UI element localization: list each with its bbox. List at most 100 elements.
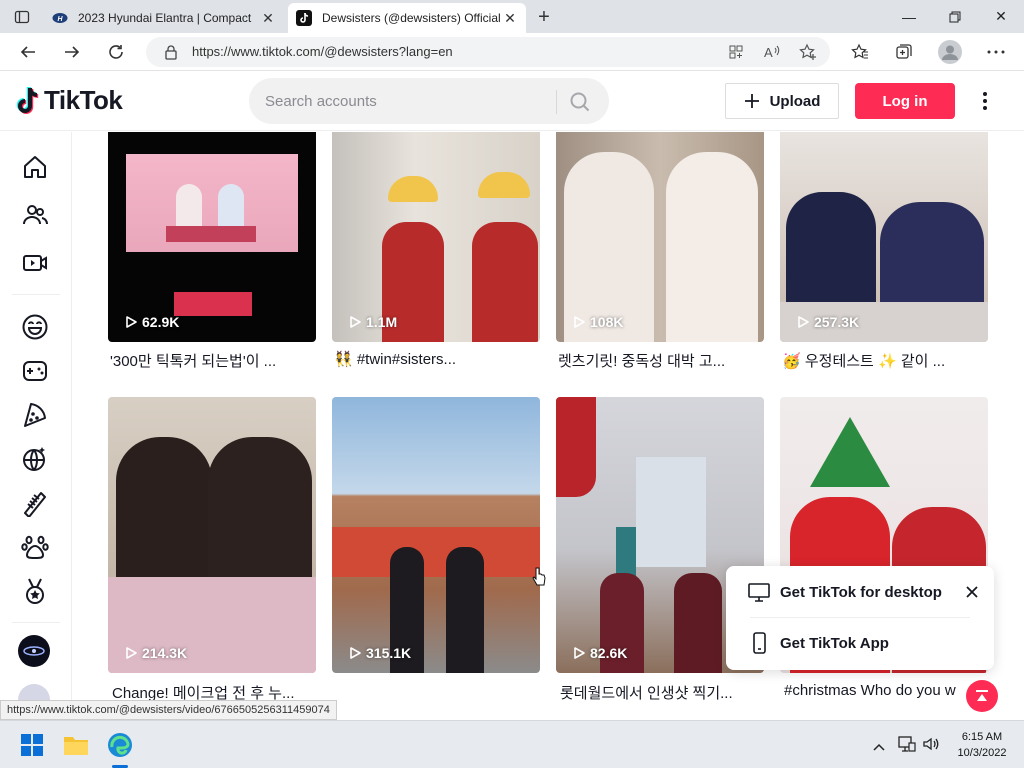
video-caption[interactable]: 렛츠기릿! 중독성 대박 고... bbox=[558, 350, 766, 371]
suggested-account-avatar[interactable] bbox=[18, 635, 50, 667]
tab-title: 2023 Hyundai Elantra | Compact bbox=[78, 11, 252, 25]
browser-toolbar: https://www.tiktok.com/@dewsisters?lang=… bbox=[0, 33, 1024, 71]
play-icon bbox=[574, 316, 585, 328]
favorites-icon[interactable] bbox=[850, 42, 870, 62]
logo-text: TikTok bbox=[44, 85, 123, 115]
close-window-button[interactable]: ✕ bbox=[978, 0, 1024, 33]
forward-button[interactable] bbox=[58, 38, 86, 66]
file-explorer-icon[interactable] bbox=[60, 729, 92, 761]
system-clock[interactable]: 6:15 AM 10/3/2022 bbox=[944, 729, 1020, 761]
food-icon[interactable] bbox=[18, 398, 52, 432]
close-tab-icon[interactable]: ✕ bbox=[260, 10, 276, 27]
tab-strip: H 2023 Hyundai Elantra | Compact ✕ Dewsi… bbox=[0, 0, 1024, 33]
get-app-label: Get TikTok App bbox=[780, 634, 889, 652]
play-icon bbox=[574, 647, 585, 659]
paw-icon[interactable] bbox=[18, 530, 52, 564]
back-to-top-button[interactable] bbox=[966, 680, 998, 712]
video-thumbnail bbox=[332, 397, 540, 673]
video-card[interactable]: 257.3K bbox=[780, 132, 988, 342]
sidebar-divider bbox=[12, 294, 60, 295]
phone-icon bbox=[753, 632, 766, 654]
chevron-up-icon[interactable] bbox=[872, 739, 886, 757]
app-available-icon[interactable] bbox=[726, 42, 746, 62]
login-button[interactable]: Log in bbox=[855, 83, 955, 119]
hyundai-icon: H bbox=[52, 10, 68, 26]
video-card[interactable]: 214.3K bbox=[108, 397, 316, 673]
tiktok-logo[interactable]: TikTok bbox=[16, 85, 123, 116]
following-icon[interactable] bbox=[18, 198, 52, 232]
view-count-text: 257.3K bbox=[814, 314, 860, 330]
play-icon bbox=[126, 647, 137, 659]
view-count-text: 82.6K bbox=[590, 645, 628, 661]
home-icon[interactable] bbox=[18, 150, 52, 184]
play-icon bbox=[350, 316, 361, 328]
video-card[interactable]: 315.1K bbox=[332, 397, 540, 673]
close-tab-icon[interactable]: ✕ bbox=[502, 10, 518, 27]
view-count: 214.3K bbox=[124, 645, 187, 661]
view-count: 82.6K bbox=[572, 645, 627, 661]
upload-label: Upload bbox=[769, 92, 821, 110]
video-caption[interactable]: 🥳 우정테스트 ✨ 같이 ... bbox=[782, 350, 990, 371]
edge-browser-icon[interactable] bbox=[104, 729, 136, 761]
mouse-cursor bbox=[531, 566, 547, 593]
video-thumbnail bbox=[332, 132, 540, 342]
live-icon[interactable] bbox=[18, 246, 52, 280]
play-icon bbox=[350, 647, 361, 659]
search-divider bbox=[556, 90, 557, 114]
tiktok-icon bbox=[296, 10, 312, 26]
clock-time: 6:15 AM bbox=[961, 731, 1003, 743]
settings-more-icon[interactable] bbox=[986, 42, 1006, 62]
url-text: https://www.tiktok.com/@dewsisters?lang=… bbox=[192, 44, 453, 59]
maximize-button[interactable] bbox=[932, 0, 978, 33]
video-thumbnail bbox=[780, 132, 988, 342]
video-card[interactable]: 108K bbox=[556, 132, 764, 342]
play-icon bbox=[126, 316, 137, 328]
address-bar[interactable]: https://www.tiktok.com/@dewsisters?lang=… bbox=[146, 37, 830, 67]
taskbar: 6:15 AM 10/3/2022 bbox=[0, 720, 1024, 768]
gamepad-icon[interactable] bbox=[18, 354, 52, 388]
video-caption[interactable]: 롯데월드에서 인생샷 찍기... bbox=[560, 682, 768, 703]
get-app-link[interactable]: Get TikTok App bbox=[748, 632, 889, 654]
view-count-text: 1.1M bbox=[366, 314, 398, 330]
globe-icon[interactable] bbox=[18, 442, 52, 476]
get-app-popup: Get TikTok for desktop Get TikTok App bbox=[726, 566, 994, 670]
play-icon bbox=[798, 316, 809, 328]
sidebar bbox=[0, 132, 72, 718]
video-caption[interactable]: 👯 #twin#sisters... bbox=[334, 350, 542, 368]
tiktok-logo-icon bbox=[16, 86, 39, 114]
close-icon[interactable] bbox=[964, 584, 980, 600]
lock-icon[interactable] bbox=[164, 44, 178, 65]
volume-icon[interactable] bbox=[922, 735, 940, 758]
get-desktop-link[interactable]: Get TikTok for desktop bbox=[748, 582, 942, 602]
back-button[interactable] bbox=[14, 38, 42, 66]
smile-icon[interactable] bbox=[18, 310, 52, 344]
clock-date: 10/3/2022 bbox=[957, 747, 1007, 759]
add-favorite-icon[interactable] bbox=[798, 42, 818, 62]
more-options-icon[interactable] bbox=[975, 89, 995, 113]
search-icon[interactable] bbox=[567, 89, 593, 115]
tab-hyundai[interactable]: H 2023 Hyundai Elantra | Compact ✕ bbox=[44, 3, 284, 33]
get-desktop-label: Get TikTok for desktop bbox=[780, 583, 942, 601]
network-icon[interactable] bbox=[898, 735, 916, 758]
collections-icon[interactable] bbox=[894, 42, 914, 62]
comb-icon[interactable] bbox=[18, 486, 52, 520]
tab-tiktok[interactable]: Dewsisters (@dewsisters) Official ✕ bbox=[288, 3, 526, 33]
search-input[interactable] bbox=[265, 78, 555, 124]
view-count: 62.9K bbox=[124, 314, 179, 330]
video-card[interactable]: 62.9K bbox=[108, 132, 316, 342]
view-count-text: 214.3K bbox=[142, 645, 188, 661]
new-tab-button[interactable]: + bbox=[532, 5, 556, 29]
tab-actions-button[interactable] bbox=[12, 7, 32, 27]
refresh-button[interactable] bbox=[102, 38, 130, 66]
profile-avatar[interactable] bbox=[938, 40, 962, 64]
upload-button[interactable]: Upload bbox=[725, 83, 839, 119]
medal-icon[interactable] bbox=[18, 574, 52, 608]
video-card[interactable]: 1.1M bbox=[332, 132, 540, 342]
video-caption[interactable]: '300만 틱톡커 되는법'이 ... bbox=[110, 350, 318, 371]
video-caption[interactable]: #christmas Who do you w bbox=[784, 682, 964, 699]
start-icon[interactable] bbox=[16, 729, 48, 761]
status-bar-url: https://www.tiktok.com/@dewsisters/video… bbox=[0, 700, 337, 720]
view-count-text: 62.9K bbox=[142, 314, 180, 330]
read-aloud-icon[interactable]: A bbox=[762, 42, 782, 62]
minimize-button[interactable]: — bbox=[886, 0, 932, 33]
